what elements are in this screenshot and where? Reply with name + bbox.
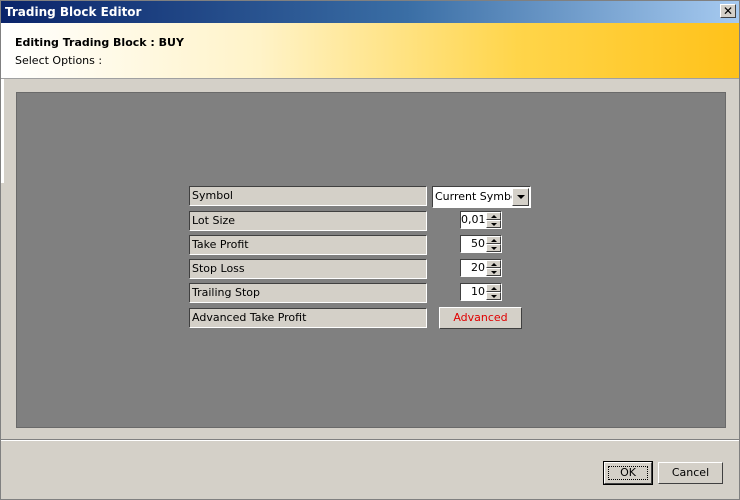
lot-size-value[interactable]: 0,01 (461, 212, 486, 228)
dialog-window: Trading Block Editor ✕ Editing Trading B… (0, 0, 740, 500)
footer-divider (1, 439, 739, 441)
stop-loss-value[interactable]: 20 (461, 260, 485, 276)
arrow-up-icon[interactable] (486, 212, 501, 220)
arrow-down-icon[interactable] (486, 220, 501, 228)
symbol-select[interactable]: Current Symbol (432, 186, 531, 208)
options-panel: Symbol Current Symbol Lot Size 0,01 Take… (16, 92, 726, 428)
advanced-button[interactable]: Advanced (439, 307, 522, 329)
arrow-up-icon[interactable] (486, 284, 501, 292)
stop-loss-label: Stop Loss (189, 259, 427, 279)
arrow-down-icon[interactable] (486, 292, 501, 300)
trailing-stop-value[interactable]: 10 (461, 284, 485, 300)
chevron-down-icon[interactable] (512, 188, 529, 206)
left-accent-strip (1, 79, 4, 183)
trailing-stop-stepper[interactable]: 10 (460, 283, 502, 301)
lot-size-label: Lot Size (189, 211, 427, 231)
ok-button[interactable]: OK (603, 461, 653, 485)
arrow-up-icon[interactable] (486, 260, 501, 268)
window-title: Trading Block Editor (5, 5, 142, 19)
advanced-take-profit-label: Advanced Take Profit (189, 308, 427, 328)
cancel-button[interactable]: Cancel (658, 462, 723, 484)
arrow-up-icon[interactable] (486, 236, 501, 244)
focus-rect (608, 466, 648, 480)
take-profit-stepper[interactable]: 50 (460, 235, 502, 253)
trailing-stop-label: Trailing Stop (189, 283, 427, 303)
stop-loss-stepper[interactable]: 20 (460, 259, 502, 277)
symbol-label: Symbol (189, 186, 427, 206)
header-title: Editing Trading Block : BUY (15, 36, 184, 49)
close-button[interactable]: ✕ (720, 4, 736, 18)
symbol-select-value: Current Symbol (435, 190, 521, 203)
take-profit-label: Take Profit (189, 235, 427, 255)
header-banner: Editing Trading Block : BUY Select Optio… (1, 23, 739, 79)
header-subtitle: Select Options : (15, 54, 103, 67)
title-bar[interactable]: Trading Block Editor ✕ (1, 1, 739, 23)
take-profit-value[interactable]: 50 (461, 236, 485, 252)
lot-size-stepper[interactable]: 0,01 (460, 211, 502, 229)
arrow-down-icon[interactable] (486, 268, 501, 276)
arrow-down-icon[interactable] (486, 244, 501, 252)
close-icon: ✕ (722, 4, 734, 18)
